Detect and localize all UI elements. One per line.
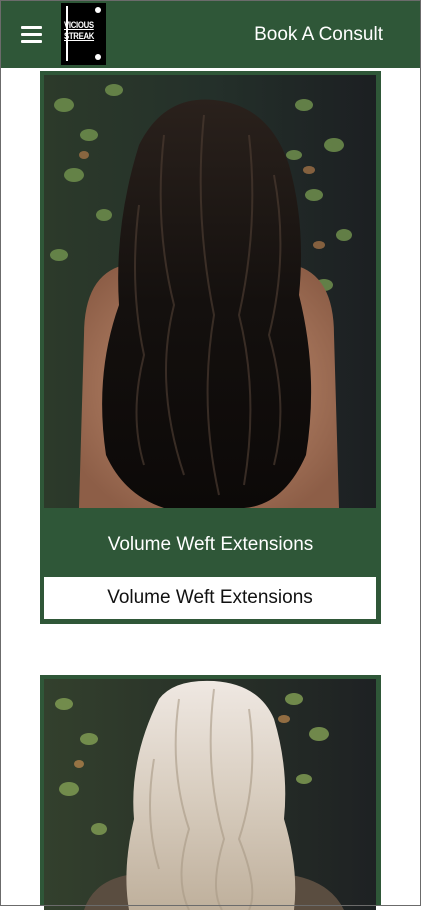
service-card: Volume Weft Extensions Volume Weft Exten…: [40, 71, 381, 624]
book-consult-link[interactable]: Book A Consult: [254, 23, 383, 47]
vicious-streak-logo[interactable]: VICIOUS STREAK: [61, 3, 106, 65]
card-caption: Volume Weft Extensions: [107, 534, 314, 555]
volume-weft-extensions-button[interactable]: Volume Weft Extensions: [44, 577, 376, 619]
logo-word-2: STREAK: [64, 31, 95, 42]
hamburger-menu-icon[interactable]: [21, 26, 42, 43]
site-header: VICIOUS STREAK Book A Consult: [1, 1, 420, 68]
blonde-wavy-hair-photo: [44, 679, 376, 910]
service-card: [40, 675, 381, 910]
dark-long-wavy-hair-photo: [44, 75, 376, 508]
logo-word-1: VICIOUS: [64, 20, 94, 31]
